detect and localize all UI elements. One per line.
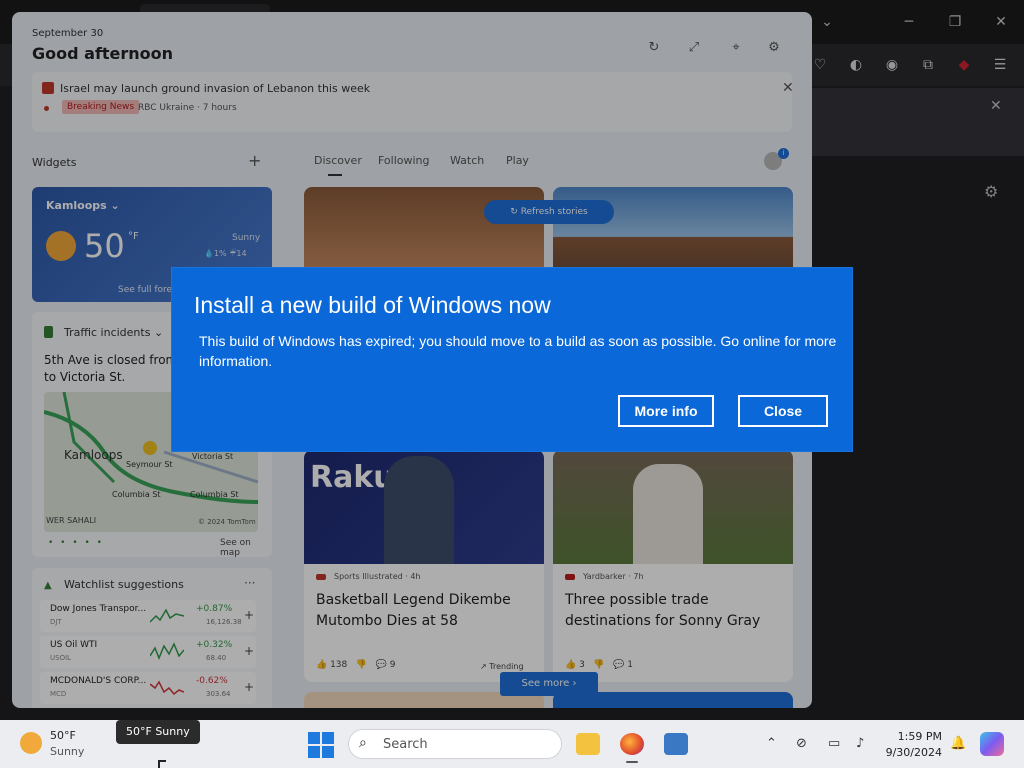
dialog-message: This build of Windows has expired; you s… [199, 333, 837, 369]
file-explorer-icon[interactable] [576, 733, 600, 755]
chevron-up-icon[interactable]: ⌃ [766, 736, 777, 751]
dialog-title: Install a new build of Windows now [194, 292, 551, 318]
clock-date[interactable]: 9/30/2024 [884, 746, 942, 759]
sun-icon[interactable] [20, 732, 42, 754]
windows-logo-pane [322, 732, 334, 744]
windows-logo-pane [308, 732, 320, 744]
running-indicator [626, 761, 638, 763]
display-icon[interactable]: ▭ [828, 736, 840, 751]
firefox-icon[interactable] [620, 733, 644, 755]
mouse-cursor-icon [158, 760, 166, 768]
app-window-icon[interactable] [664, 733, 688, 755]
search-placeholder: Search [383, 737, 428, 752]
network-icon[interactable]: ⊘ [796, 736, 807, 751]
expiration-dialog: Install a new build of Windows now This … [172, 268, 852, 451]
weather-tooltip: 50°F Sunny [116, 720, 200, 744]
taskbar-weather-temp[interactable]: 50°F [50, 729, 76, 742]
search-icon: ⌕ [359, 735, 367, 751]
volume-icon[interactable]: ♪ [856, 736, 864, 751]
windows-logo-pane [308, 746, 320, 758]
start-button[interactable] [308, 732, 334, 758]
bell-icon[interactable]: 🔔 [950, 736, 966, 751]
close-button[interactable]: Close [738, 395, 828, 427]
clock-time[interactable]: 1:59 PM [884, 730, 942, 743]
more-info-button[interactable]: More info [618, 395, 714, 427]
windows-logo-pane [322, 746, 334, 758]
search-input[interactable]: ⌕ Search [348, 729, 562, 759]
copilot-icon[interactable] [980, 732, 1004, 756]
taskbar-weather-condition[interactable]: Sunny [50, 745, 84, 758]
